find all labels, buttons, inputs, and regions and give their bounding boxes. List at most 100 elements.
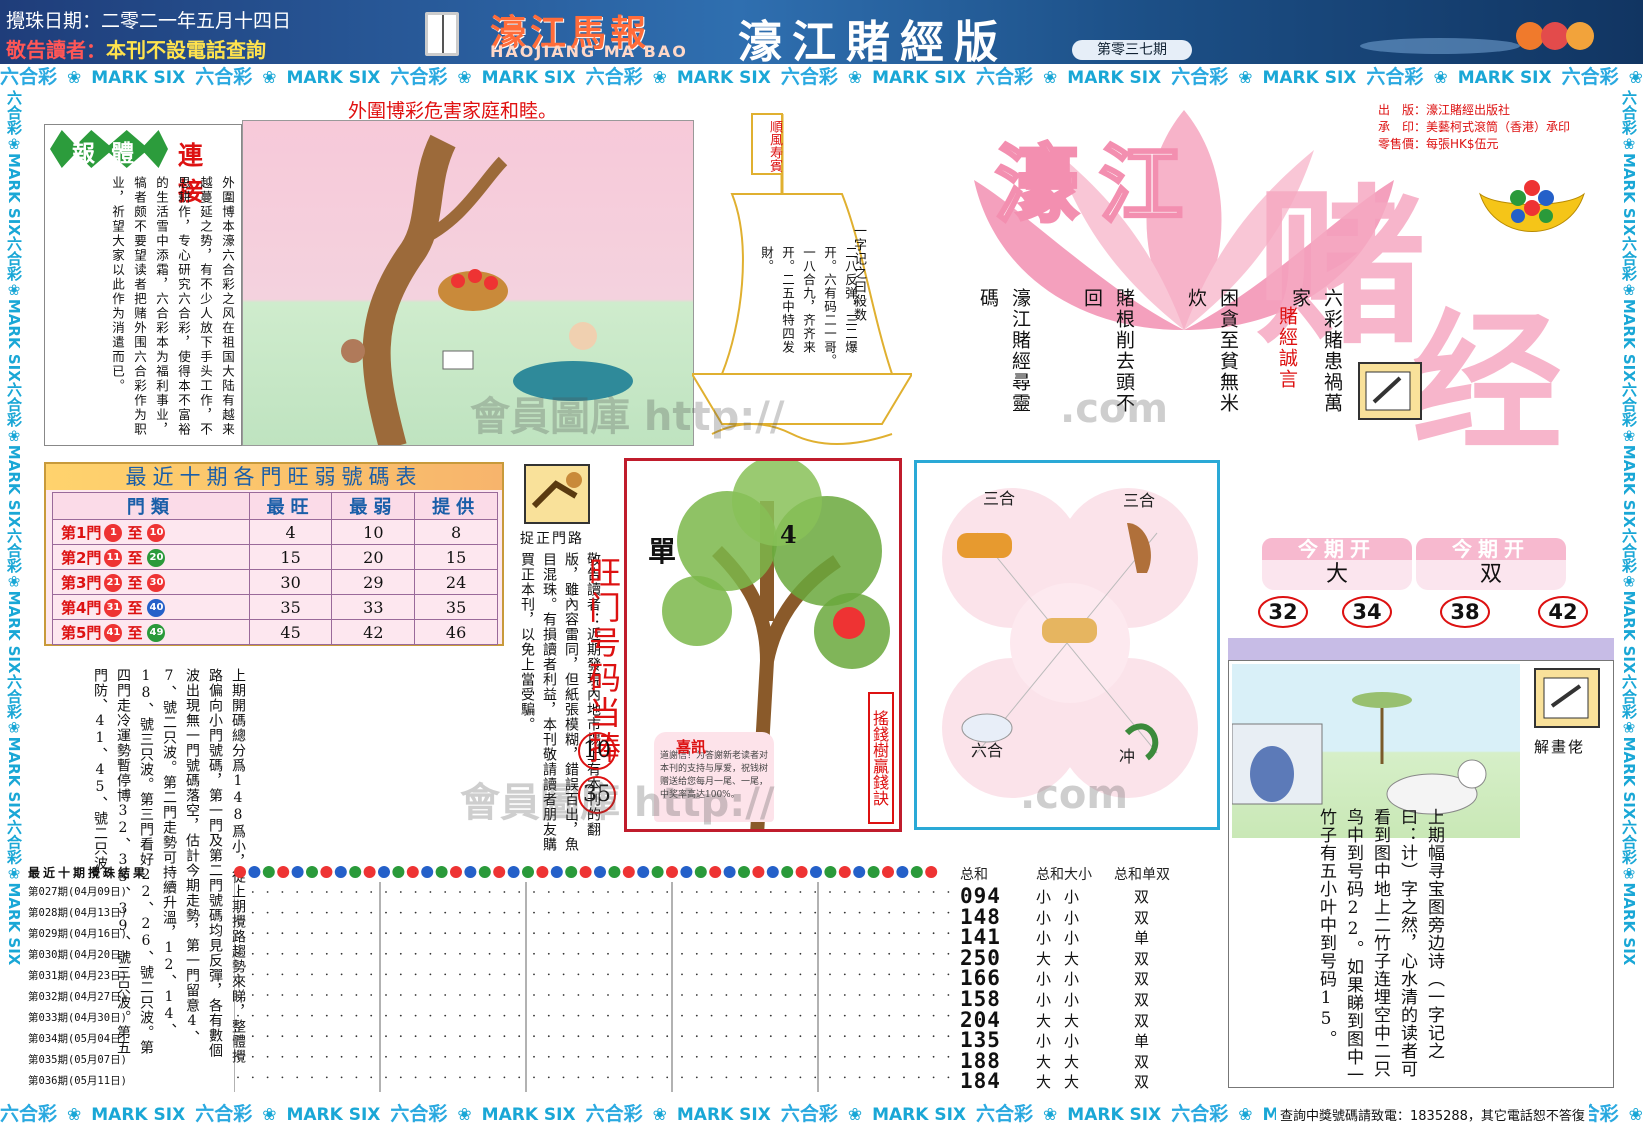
result-parity: 今期开 双 — [1416, 538, 1566, 590]
banner-text-cn: 六合彩 — [1171, 66, 1229, 88]
banner-text-cn: 六合彩 — [1620, 819, 1638, 865]
result-value: 大 — [1325, 562, 1348, 587]
gold-ingot-icon — [1479, 180, 1585, 232]
grid-dot — [370, 911, 373, 914]
grid-dot — [917, 1055, 920, 1058]
draw-issue: 第028期 — [28, 907, 68, 919]
draw-issue: 第033期 — [28, 1012, 68, 1024]
grid-dot — [325, 1035, 328, 1038]
grid-dot — [607, 1035, 609, 1038]
grid-dot — [547, 1014, 550, 1017]
grid-dot — [740, 911, 743, 914]
key-hand-icon — [524, 464, 590, 524]
hot-cell: 4 — [248, 519, 333, 545]
grid-dot — [251, 1076, 254, 1079]
grid-dot — [695, 1035, 698, 1038]
grid-dot — [769, 952, 772, 955]
grid-dot — [237, 1014, 239, 1017]
to-ball: 10 — [147, 524, 166, 542]
grid-dot — [429, 952, 432, 955]
grid-dot — [473, 911, 476, 914]
grid-dot — [296, 891, 299, 893]
grid-dot — [873, 952, 876, 955]
grid-dot — [710, 973, 713, 976]
from-ball: 1 — [104, 524, 123, 542]
flower-icon: ❀ — [5, 864, 23, 883]
number-ball — [651, 866, 664, 878]
grid-dot — [710, 952, 713, 955]
banner-text-cn: 六合彩 — [390, 1103, 448, 1125]
grid-dot — [592, 932, 595, 935]
grid-dot — [473, 1076, 476, 1079]
draw-issue: 第031期 — [28, 970, 68, 982]
number-ball — [637, 866, 650, 878]
parity-value: 双 — [1134, 1073, 1150, 1092]
grid-dot — [947, 1035, 950, 1038]
grid-dot — [621, 994, 624, 996]
draw-date: (04月30日) — [67, 1012, 127, 1024]
price-value: 每張HK$伍元 — [1426, 137, 1499, 151]
grid-dot — [814, 1055, 817, 1058]
grid-dot — [237, 973, 239, 976]
grid-dot — [799, 1055, 802, 1058]
grid-dot — [725, 973, 728, 976]
grid-dot — [858, 891, 861, 893]
grid-dot — [695, 973, 698, 976]
draw-row: 第028期(04月13日) — [28, 903, 127, 924]
grid-dot — [858, 932, 861, 935]
grid-dot — [903, 932, 905, 935]
grid-dot — [296, 1076, 299, 1079]
draw-issue: 第035期 — [28, 1054, 68, 1066]
grid-dot — [769, 994, 772, 996]
gate-cell: 第5門 41 至 49 — [52, 619, 250, 645]
cold-cell: 29 — [331, 569, 416, 595]
grid-dot — [577, 994, 580, 996]
picture-strip — [1228, 638, 1614, 660]
number-ball — [291, 866, 304, 878]
grid-dot — [533, 1014, 535, 1017]
gate-name: 第2門 — [61, 548, 102, 567]
sum-row: 204 大大双 — [960, 1008, 1190, 1032]
grid-dot — [695, 1076, 698, 1079]
to-ball: 30 — [147, 574, 166, 592]
grid-dot — [577, 932, 580, 935]
grid-dot — [755, 1014, 757, 1017]
watermark: .com — [1060, 386, 1169, 432]
result-heading: 今期开 — [1262, 538, 1412, 560]
banner-text-en: MARK SIX — [5, 298, 23, 382]
grid-dot — [740, 891, 743, 893]
grid-dot — [769, 1076, 772, 1079]
grid-dot — [266, 1014, 269, 1017]
grid-dot — [577, 973, 580, 976]
flower-icon: ❀ — [262, 68, 277, 88]
grid-dot — [296, 1035, 299, 1038]
grid-dot — [769, 891, 772, 893]
draw-issue: 第029期 — [28, 928, 68, 940]
grid-dot — [858, 1055, 861, 1058]
gate-name: 第1門 — [61, 523, 102, 542]
grid-dot — [355, 994, 358, 996]
grid-dot — [459, 1035, 461, 1038]
number-ball — [709, 866, 722, 878]
number-ball — [262, 866, 275, 878]
grid-dot — [385, 1055, 387, 1058]
grid-dot — [547, 973, 550, 976]
grid-dot — [917, 973, 920, 976]
grid-dot — [829, 1076, 831, 1079]
grid-dot — [444, 952, 447, 955]
zodiac-label: 三合 — [1123, 491, 1156, 510]
grid-dot — [577, 1076, 580, 1079]
grid-dot — [592, 1076, 595, 1079]
zodiac-label: 三合 — [983, 489, 1016, 508]
number-ball — [435, 866, 448, 878]
grid-dot — [784, 1076, 787, 1079]
grid-dot — [592, 1035, 595, 1038]
number-ball — [392, 866, 405, 878]
result-number: 32 — [1258, 596, 1308, 628]
grid-dot — [621, 952, 624, 955]
grid-dot — [251, 952, 254, 955]
grid-dot — [769, 1035, 772, 1038]
grid-dot — [607, 1076, 609, 1079]
grid-dot — [681, 1035, 683, 1038]
grid-dot — [592, 911, 595, 914]
